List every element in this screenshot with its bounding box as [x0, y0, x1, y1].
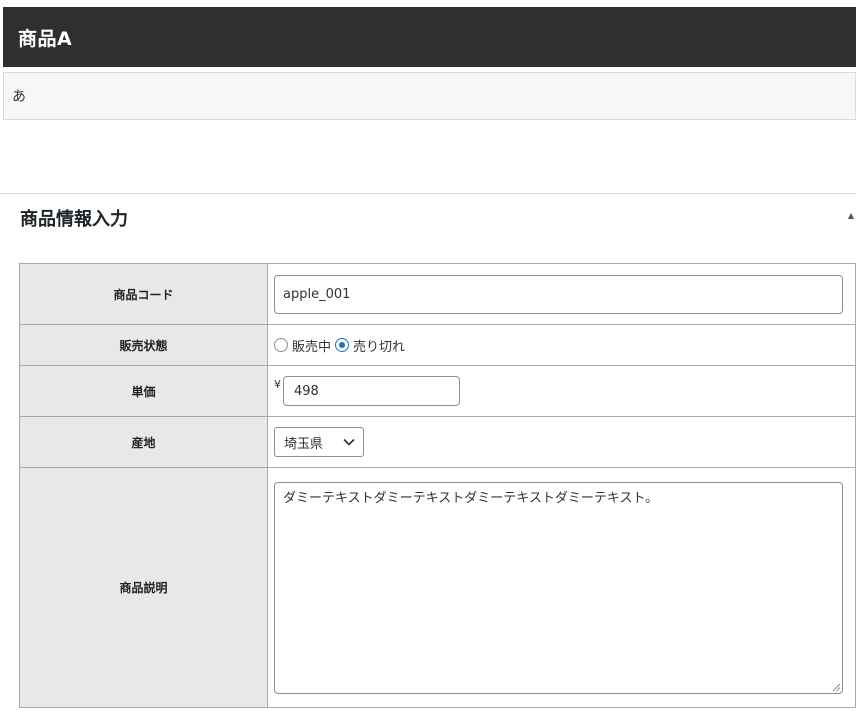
sold-out-radio[interactable]: [335, 338, 350, 352]
sale-status-cell: 販売中 売り切れ: [267, 324, 856, 366]
unit-price-group: ¥: [274, 376, 842, 406]
unit-price-label: 単価: [19, 365, 268, 417]
on-sale-radio-label[interactable]: 販売中: [292, 336, 331, 355]
origin-select[interactable]: 埼玉県: [274, 427, 364, 457]
on-sale-radio[interactable]: [274, 338, 288, 352]
triangle-up-icon[interactable]: ▲: [848, 211, 854, 220]
sale-status-radio-group: 販売中 売り切れ: [274, 336, 842, 355]
chevron-down-icon: [343, 438, 355, 446]
sold-out-radio-label[interactable]: 売り切れ: [353, 336, 405, 355]
form-row-description: 商品説明 ダミーテキストダミーテキストダミーテキストダミーテキスト。: [19, 467, 856, 708]
description-text: ダミーテキストダミーテキストダミーテキストダミーテキスト。: [283, 490, 659, 506]
post-title[interactable]: 商品A: [18, 24, 72, 51]
origin-label: 産地: [19, 416, 268, 468]
unit-price-cell: ¥: [267, 365, 856, 417]
origin-selected-value: 埼玉県: [284, 436, 324, 452]
product-info-section: 商品情報入力 ▲ 商品コード 販売状態 販売中 売り切れ: [0, 193, 856, 711]
title-bar: 商品A: [3, 7, 856, 67]
form-row-product-code: 商品コード: [19, 263, 856, 325]
description-cell: ダミーテキストダミーテキストダミーテキストダミーテキスト。: [267, 467, 856, 708]
description-textarea[interactable]: ダミーテキストダミーテキストダミーテキストダミーテキスト。: [274, 481, 843, 694]
product-code-label: 商品コード: [19, 263, 268, 325]
form-row-sale-status: 販売状態 販売中 売り切れ: [19, 324, 856, 366]
section-heading: 商品情報入力: [20, 209, 128, 230]
product-code-input[interactable]: [274, 274, 843, 314]
resize-grip-icon[interactable]: [831, 682, 841, 692]
product-form-table: 商品コード 販売状態 販売中 売り切れ 単価: [19, 263, 856, 708]
section-header[interactable]: 商品情報入力 ▲: [0, 194, 856, 239]
product-code-cell: [267, 263, 856, 325]
page: 商品A あ 商品情報入力 ▲ 商品コード 販売状態 販売中: [0, 0, 856, 711]
description-label: 商品説明: [19, 467, 268, 708]
form-row-unit-price: 単価 ¥: [19, 365, 856, 417]
origin-cell: 埼玉県: [267, 416, 856, 468]
unit-price-input[interactable]: [283, 376, 460, 406]
sale-status-label: 販売状態: [19, 324, 268, 366]
content-text: あ: [12, 89, 26, 105]
content-text-box[interactable]: あ: [3, 72, 856, 120]
currency-symbol: ¥: [274, 378, 281, 391]
form-row-origin: 産地 埼玉県: [19, 416, 856, 468]
